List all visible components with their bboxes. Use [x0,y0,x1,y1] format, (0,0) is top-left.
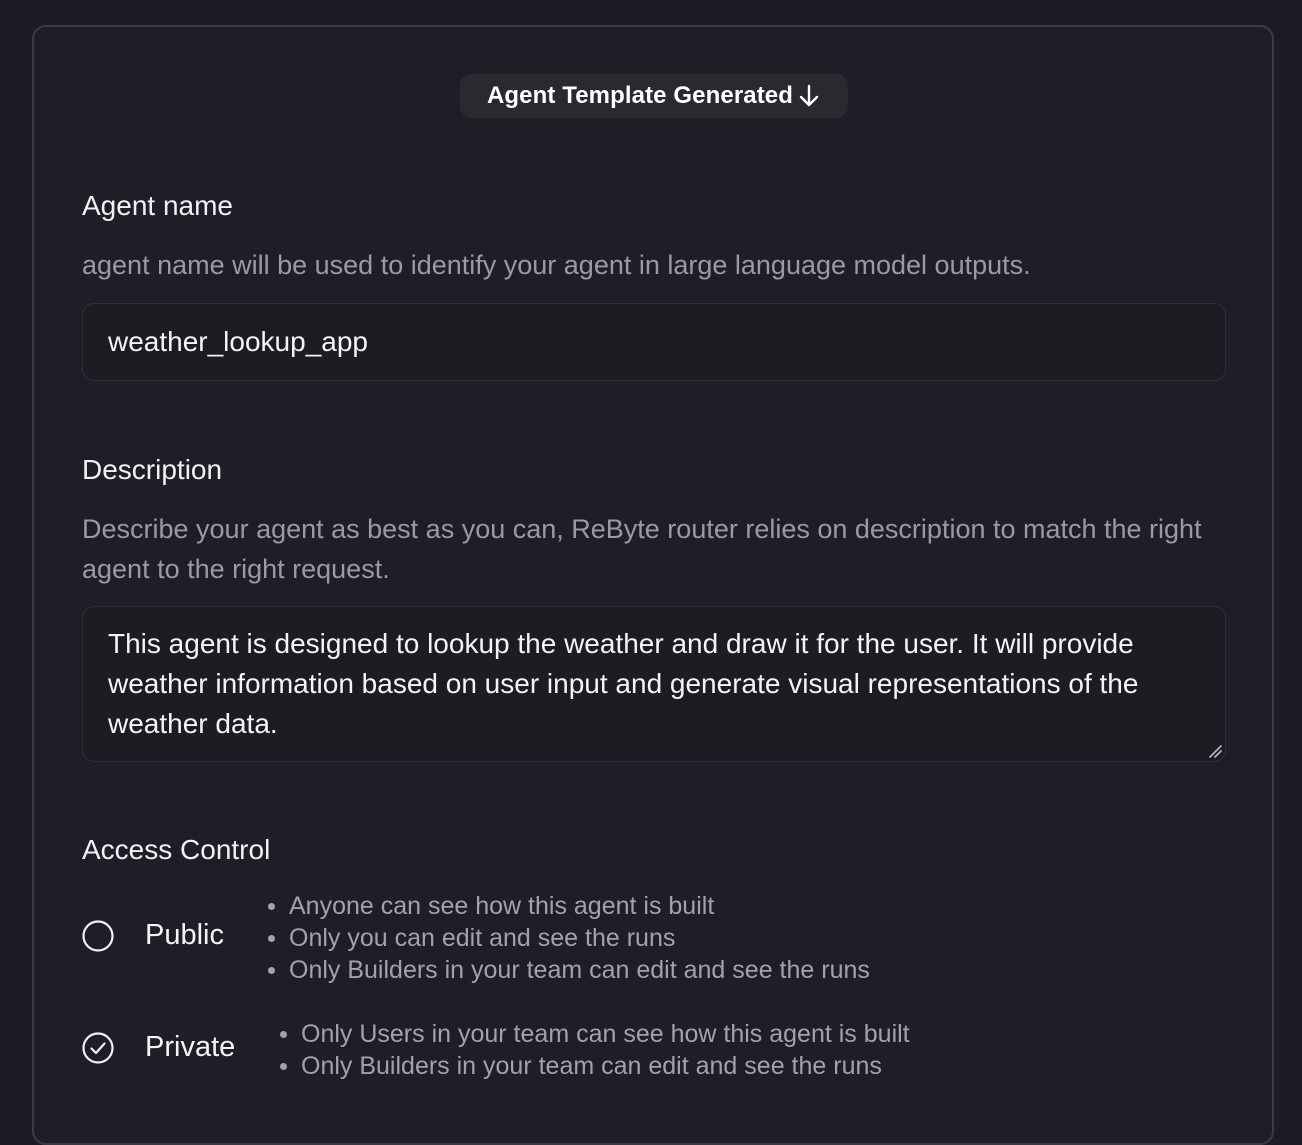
badge-label: Agent Template Generated [486,82,794,109]
agent-name-label: Agent name [82,190,233,221]
list-item: Only Builders in your team can edit and … [278,1050,910,1082]
radio-checked-icon[interactable] [82,1031,114,1064]
private-description-list: Only Users in your team can see how this… [278,1018,910,1082]
description-label: Description [82,454,223,485]
access-control-label: Access Control [82,834,271,865]
description-textarea[interactable]: This agent is designed to lookup the wea… [82,606,1226,762]
public-description-list: Anyone can see how this agent is built O… [266,890,870,986]
agent-name-value: weather_lookup_app [108,326,368,357]
list-item: Only Builders in your team can edit and … [266,954,870,986]
access-option-public[interactable]: Public [82,919,224,952]
resize-handle-icon[interactable] [1208,744,1222,758]
description-value: This agent is designed to lookup the wea… [108,628,1139,739]
list-item: Only Users in your team can see how this… [278,1018,910,1050]
description-help: Describe your agent as best as you can, … [82,514,1202,584]
agent-template-generated-badge[interactable]: Agent Template Generated [460,74,848,118]
radio-unchecked-icon[interactable] [82,919,114,952]
agent-name-input[interactable]: weather_lookup_app [82,303,1226,381]
arrow-down-icon [799,84,819,107]
access-option-private-label: Private [145,1031,236,1063]
access-option-private[interactable]: Private [82,1031,235,1064]
agent-name-help: agent name will be used to identify your… [82,250,1031,280]
access-option-public-label: Public [145,919,224,951]
list-item: Anyone can see how this agent is built [266,890,870,922]
list-item: Only you can edit and see the runs [266,922,870,954]
